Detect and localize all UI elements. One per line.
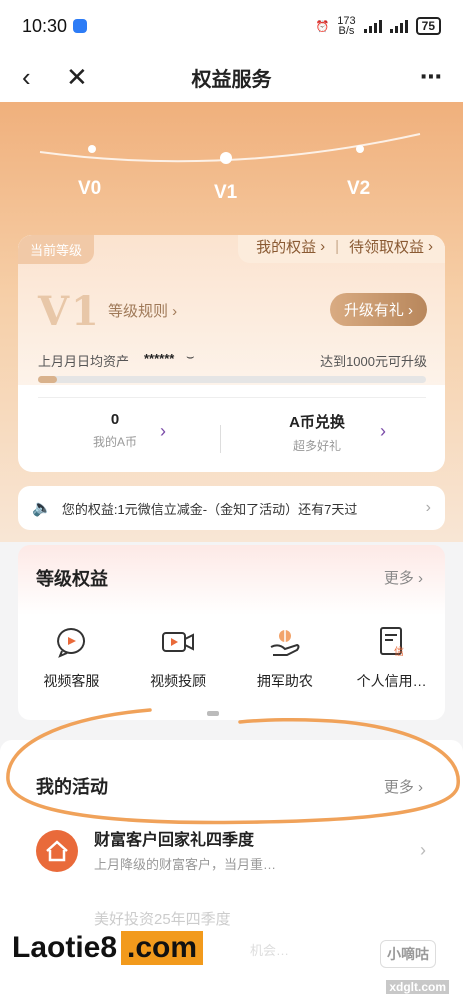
more-icon[interactable]: ⋯ bbox=[420, 64, 443, 90]
activity-title-2[interactable]: 美好投资25年四季度 bbox=[94, 908, 231, 929]
activity-desc: 上月降级的财富客户，当月重… bbox=[94, 857, 277, 872]
right-item-video-service[interactable]: 视频客服 bbox=[21, 625, 121, 691]
hand-plant-icon bbox=[270, 630, 300, 656]
section-title: 等级权益 bbox=[36, 569, 108, 589]
svg-text:信: 信 bbox=[394, 646, 404, 658]
my-coins[interactable]: 0 我的A币 › bbox=[18, 411, 212, 450]
level-dot-v2 bbox=[356, 145, 364, 153]
pending-rights-link[interactable]: 待领取权益 bbox=[349, 236, 424, 257]
coin-exchange[interactable]: A币兑换 超多好礼 › bbox=[220, 411, 414, 454]
net-speed: 173 B/s bbox=[337, 15, 356, 37]
right-item-support-farmers[interactable]: 拥军助农 bbox=[235, 625, 335, 691]
rights-tabs: 我的权益 › | 待领取权益 › bbox=[238, 235, 445, 263]
notice-text: 您的权益:1元微信立减金-（金知了活动）还有7天过 bbox=[61, 501, 358, 517]
nav-bar: ‹ ✕ 权益服务 ⋯ bbox=[0, 52, 463, 102]
signal-icon-2 bbox=[389, 19, 408, 33]
level-dot-v1 bbox=[220, 152, 232, 164]
level-v0[interactable]: V0 bbox=[78, 178, 101, 200]
speaker-icon: 🔈 bbox=[32, 500, 52, 517]
rights-more-link[interactable]: 更多 › bbox=[384, 567, 423, 588]
right-item-video-advisor[interactable]: 视频投顾 bbox=[128, 625, 228, 691]
video-chat-icon bbox=[57, 628, 86, 658]
activity-desc-2: 机会… bbox=[250, 943, 290, 958]
activity-item[interactable]: 财富客户回家礼四季度 上月降级的财富客户，当月重… › bbox=[36, 826, 436, 886]
video-camera-icon bbox=[162, 632, 195, 652]
close-icon[interactable]: ✕ bbox=[66, 62, 88, 93]
app-notification-icon bbox=[73, 19, 88, 33]
level-rule-link[interactable]: 等级规则 › bbox=[108, 300, 177, 321]
level-dot-v0 bbox=[88, 145, 96, 153]
current-level-label: 当前等级 bbox=[18, 235, 95, 264]
chevron-right-icon: › bbox=[420, 840, 426, 860]
upgrade-gift-button[interactable]: 升级有礼 › bbox=[329, 293, 427, 326]
my-rights-link[interactable]: 我的权益 bbox=[256, 236, 316, 257]
level-card: 当前等级 我的权益 › | 待领取权益 › V1 等级规则 › 升级有礼 › 上… bbox=[18, 235, 445, 472]
eye-closed-icon[interactable]: ⌣ bbox=[186, 349, 195, 365]
level-badge: V1 bbox=[38, 288, 101, 335]
asset-label: 上月月日均资产 bbox=[38, 354, 130, 369]
alarm-icon: ⏰ bbox=[315, 20, 330, 33]
chevron-right-icon: › bbox=[380, 421, 386, 441]
watermark-logo: Laotie8 .com bbox=[10, 928, 248, 968]
right-item-personal-credit[interactable]: 信 个人信用… bbox=[342, 625, 442, 691]
level-v2[interactable]: V2 bbox=[347, 178, 370, 200]
house-gift-icon bbox=[36, 830, 78, 872]
credit-document-icon: 信 bbox=[379, 627, 404, 658]
chevron-right-icon: › bbox=[160, 421, 166, 441]
activity-title: 财富客户回家礼四季度 bbox=[94, 832, 255, 849]
level-rights-section: 等级权益 更多 › 视频客服 视频投顾 拥军助农 信 个人信用… bbox=[18, 545, 445, 720]
level-track bbox=[39, 133, 421, 164]
asset-value: ****** bbox=[144, 351, 175, 366]
chevron-right-icon: › bbox=[425, 499, 431, 516]
watermark-site: xdglt.com bbox=[386, 980, 449, 994]
chevron-right-icon: › bbox=[428, 237, 433, 255]
signal-icon bbox=[363, 19, 382, 33]
status-bar: 10:30 ⏰ 173 B/s 75 bbox=[0, 0, 463, 52]
drag-handle[interactable] bbox=[207, 711, 219, 716]
upgrade-hint: 达到1000元可升级 bbox=[320, 354, 427, 369]
chevron-right-icon: › bbox=[320, 237, 326, 255]
back-icon[interactable]: ‹ bbox=[22, 62, 31, 93]
watermark-badge: 小嘀咕 bbox=[380, 940, 436, 968]
level-v1[interactable]: V1 bbox=[214, 182, 237, 204]
asset-progress bbox=[38, 376, 426, 383]
clock: 10:30 bbox=[22, 15, 68, 36]
activities-more-link[interactable]: 更多 › bbox=[384, 776, 423, 797]
rights-notice[interactable]: 🔈 您的权益:1元微信立减金-（金知了活动）还有7天过 › bbox=[18, 486, 445, 530]
battery-icon: 75 bbox=[415, 17, 441, 35]
section-title: 我的活动 bbox=[36, 777, 108, 797]
